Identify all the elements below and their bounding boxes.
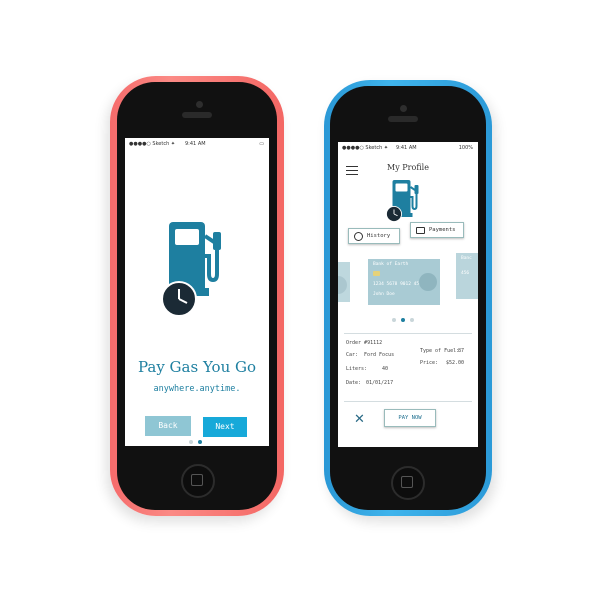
back-button[interactable]: Back: [145, 416, 191, 436]
liters-label: Liters:: [346, 366, 368, 372]
history-button[interactable]: History: [348, 228, 400, 244]
history-clock-icon: [354, 232, 363, 241]
price-label: Price:: [420, 360, 439, 366]
car-value: Ford Focus: [364, 352, 395, 358]
carrier-text: ●●●●○ Sketch ✦: [129, 141, 176, 147]
carousel-dot-active[interactable]: [401, 318, 405, 322]
card-holder: John Doe: [373, 292, 395, 297]
home-button[interactable]: [391, 466, 425, 500]
next-button[interactable]: Next: [203, 417, 247, 437]
profile-screen: ●●●●○ Sketch ✦ 9:41 AM 100% My Profile H…: [338, 142, 478, 447]
payments-label: Payments: [429, 227, 456, 233]
phone-red: ●●●●○ Sketch ✦ 9:41 AM ▭ Pay Gas You Go …: [110, 76, 284, 516]
close-icon[interactable]: ✕: [354, 412, 365, 427]
status-time: 9:41 AM: [396, 145, 417, 151]
card-chip-icon: [373, 271, 380, 276]
date-value: 01/01/217: [366, 380, 394, 386]
fuel-label: Type of Fuel:: [420, 348, 460, 354]
earpiece-speaker: [182, 112, 212, 118]
status-time: 9:41 AM: [185, 141, 206, 147]
payments-button[interactable]: Payments: [410, 222, 464, 238]
status-bar: ●●●●○ Sketch ✦ 9:41 AM 100%: [338, 142, 478, 154]
pay-now-button[interactable]: PAY NOW: [384, 409, 436, 427]
front-camera: [400, 105, 407, 112]
history-label: History: [367, 233, 391, 239]
credit-card-icon: [416, 227, 425, 234]
credit-card[interactable]: Bank of Earth 1234 5678 9012 4567 John D…: [368, 259, 440, 305]
page-title: Pay Gas You Go: [137, 358, 257, 376]
carousel-dot[interactable]: [392, 318, 396, 322]
page-dot[interactable]: [189, 440, 193, 444]
carousel-indicator: [392, 318, 414, 322]
status-bar: ●●●●○ Sketch ✦ 9:41 AM ▭: [125, 138, 269, 150]
page-indicator: [189, 440, 202, 444]
car-label: Car:: [346, 352, 359, 358]
carrier-text: ●●●●○ Sketch ✦: [342, 145, 389, 151]
card-number: 456: [461, 271, 470, 276]
order-number: Order #91112: [346, 340, 383, 346]
order-summary: Order #91112 Car: Ford Focus Liters: 40 …: [338, 338, 478, 400]
onboarding-screen: ●●●●○ Sketch ✦ 9:41 AM ▭ Pay Gas You Go …: [125, 138, 269, 446]
front-camera: [196, 101, 203, 108]
liters-value: 40: [382, 366, 389, 372]
card-number: 1234 5678 9012 4567: [373, 282, 425, 287]
card-bank-name: Banc: [461, 256, 472, 261]
earpiece-speaker: [388, 116, 418, 122]
globe-icon: [419, 273, 437, 291]
page-dot-active[interactable]: [198, 440, 202, 444]
tagline: anywhere.anytime.: [153, 384, 241, 394]
fuel-value: 87: [458, 348, 465, 354]
card-next[interactable]: Banc 456: [456, 253, 478, 299]
clock-icon: [386, 206, 402, 222]
phone-blue: ●●●●○ Sketch ✦ 9:41 AM 100% My Profile H…: [324, 80, 492, 516]
divider: [344, 401, 472, 402]
divider: [344, 333, 472, 334]
date-label: Date:: [346, 380, 362, 386]
price-value: $52.00: [446, 360, 465, 366]
home-button[interactable]: [181, 464, 215, 498]
battery-icon: ▭: [259, 141, 264, 147]
card-previous[interactable]: [338, 262, 350, 302]
page-title: My Profile: [387, 163, 429, 172]
card-bank-name: Bank of Earth: [373, 262, 409, 267]
battery-icon: 100%: [458, 145, 473, 151]
globe-icon: [338, 276, 347, 294]
carousel-dot[interactable]: [410, 318, 414, 322]
clock-icon: [161, 281, 197, 317]
